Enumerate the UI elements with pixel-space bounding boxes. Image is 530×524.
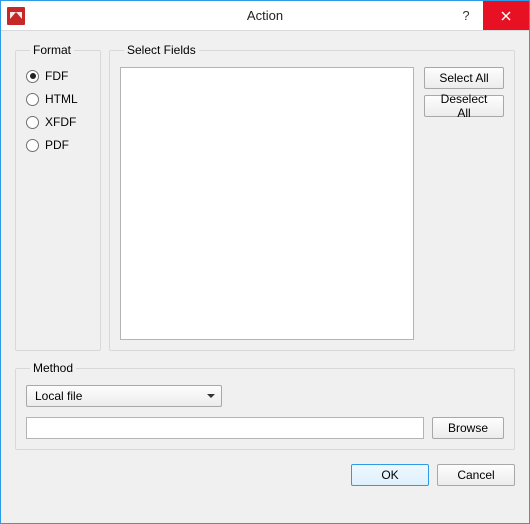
path-input[interactable] [26, 417, 424, 439]
radio-icon [26, 70, 39, 83]
format-legend: Format [30, 43, 74, 57]
dialog-footer: OK Cancel [15, 460, 515, 486]
format-radio-html[interactable]: HTML [26, 92, 90, 106]
help-icon: ? [462, 8, 469, 23]
format-radio-xfdf[interactable]: XFDF [26, 115, 90, 129]
window-buttons: ? [449, 1, 529, 30]
titlebar: Action ? [1, 1, 529, 31]
method-select-value: Local file [35, 389, 82, 403]
select-fields-legend: Select Fields [124, 43, 199, 57]
format-group: Format FDF HTML XFDF [15, 43, 101, 351]
close-button[interactable] [483, 1, 529, 30]
select-fields-group: Select Fields Select All Deselect All [109, 43, 515, 351]
method-body: Local file Browse [26, 385, 504, 439]
radio-label: PDF [45, 138, 69, 152]
format-radio-fdf[interactable]: FDF [26, 69, 90, 83]
close-icon [501, 11, 511, 21]
cancel-button[interactable]: Cancel [437, 464, 515, 486]
radio-icon [26, 116, 39, 129]
top-row: Format FDF HTML XFDF [15, 43, 515, 351]
radio-label: HTML [45, 92, 78, 106]
radio-icon [26, 93, 39, 106]
browse-button[interactable]: Browse [432, 417, 504, 439]
radio-label: XFDF [45, 115, 76, 129]
method-select[interactable]: Local file [26, 385, 222, 407]
deselect-all-button[interactable]: Deselect All [424, 95, 504, 117]
ok-button[interactable]: OK [351, 464, 429, 486]
radio-label: FDF [45, 69, 68, 83]
method-legend: Method [30, 361, 76, 375]
select-all-button[interactable]: Select All [424, 67, 504, 89]
chevron-down-icon [207, 394, 215, 398]
method-group: Method Local file Browse [15, 361, 515, 450]
fields-listbox[interactable] [120, 67, 414, 340]
format-radio-pdf[interactable]: PDF [26, 138, 90, 152]
dialog-content: Format FDF HTML XFDF [1, 31, 529, 523]
format-options: FDF HTML XFDF PDF [26, 69, 90, 152]
action-dialog: Action ? Format FDF [0, 0, 530, 524]
app-icon [7, 7, 25, 25]
help-button[interactable]: ? [449, 1, 483, 30]
fields-side-buttons: Select All Deselect All [424, 67, 504, 340]
radio-icon [26, 139, 39, 152]
path-row: Browse [26, 417, 504, 439]
